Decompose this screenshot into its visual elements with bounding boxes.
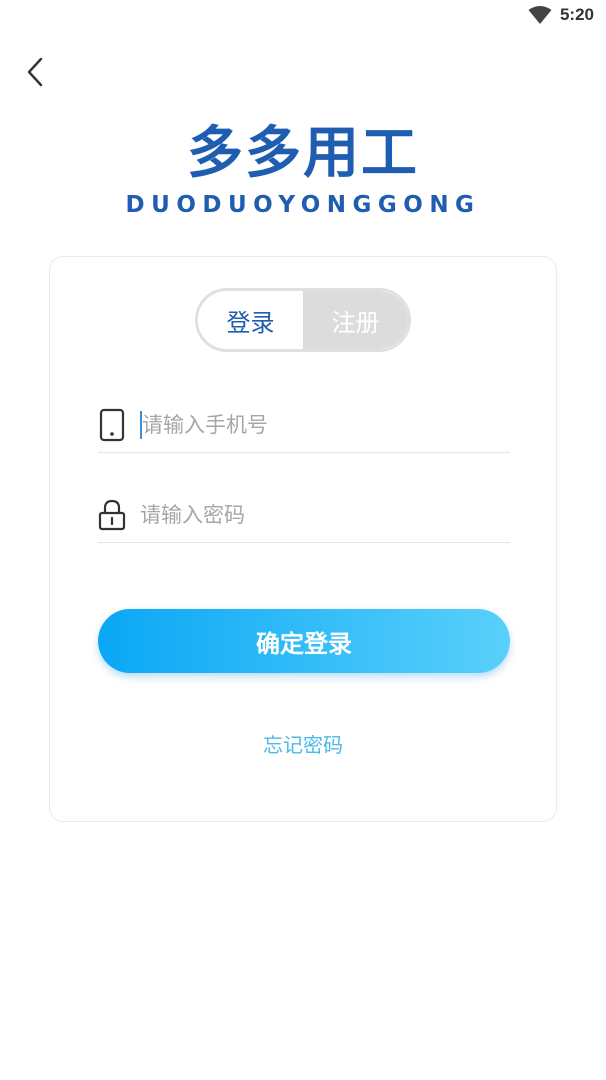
tab-login[interactable]: 登录	[198, 291, 303, 349]
password-field[interactable]	[98, 487, 510, 543]
forgot-password-link[interactable]: 忘记密码	[50, 729, 556, 758]
login-card: 登录 注册 确定登录 忘记密码	[49, 256, 557, 822]
logo-title-en: DUODUOYONGGONG	[125, 192, 481, 218]
phone-input[interactable]	[142, 404, 482, 445]
wifi-icon	[528, 6, 552, 24]
logo-title-cn: 多多用工	[187, 121, 419, 186]
chevron-left-icon	[27, 57, 43, 87]
phone-field[interactable]	[98, 397, 510, 453]
password-input[interactable]	[140, 494, 480, 535]
app-logo: 多多用工 DUODUOYONGGONG	[0, 122, 606, 222]
status-bar: 5:20	[0, 0, 606, 34]
status-indicators: 5:20	[528, 5, 594, 25]
submit-login-button[interactable]: 确定登录	[98, 609, 510, 673]
back-button[interactable]	[20, 52, 50, 92]
auth-tabs: 登录 注册	[195, 288, 411, 352]
status-time: 5:20	[559, 5, 594, 24]
login-screen: 5:20 多多用工 DUODUOYONGGONG 登录 注册 请输入手机号 确定…	[0, 0, 606, 1080]
lock-icon	[98, 498, 126, 532]
tab-register[interactable]: 注册	[303, 291, 408, 349]
phone-icon	[98, 408, 126, 442]
